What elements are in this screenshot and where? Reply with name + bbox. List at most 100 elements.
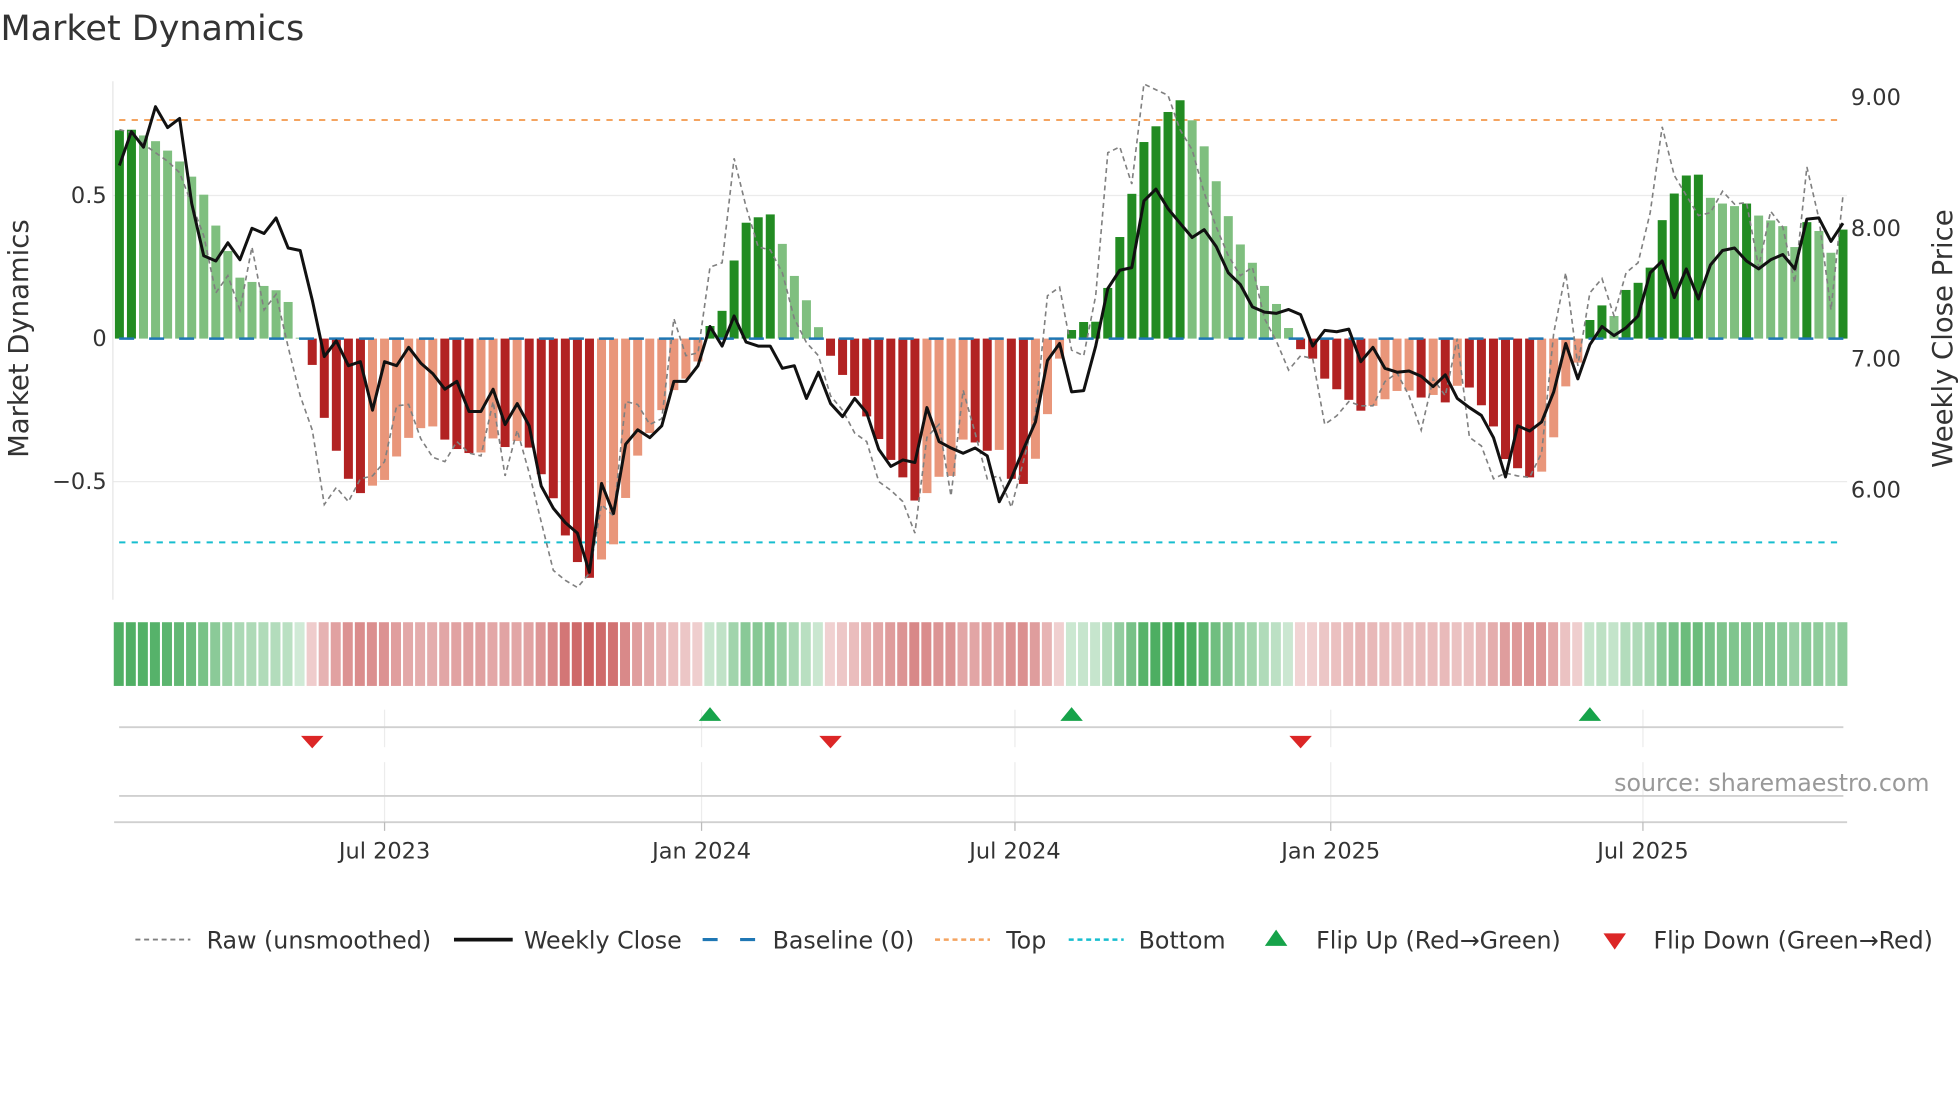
heat-strip-cell <box>222 622 233 686</box>
legend: Raw (unsmoothed) Weekly Close Baseline (… <box>135 926 1933 954</box>
left-y-tick-label: −0.5 <box>52 469 107 495</box>
heat-strip-cell <box>921 622 932 686</box>
momentum-bar <box>862 338 872 417</box>
momentum-bar <box>175 161 185 339</box>
heat-strip-cell <box>403 622 414 686</box>
heat-strip-cell <box>1487 622 1498 686</box>
momentum-bar <box>452 338 462 450</box>
heat-strip-cell <box>1041 622 1052 686</box>
heat-strip-cell <box>1355 622 1366 686</box>
heat-strip-cell <box>1234 622 1245 686</box>
heat-strip-cell <box>161 622 172 686</box>
heat-strip-cell <box>824 622 835 686</box>
heat-strip-cell <box>981 622 992 686</box>
heat-strip-cell <box>270 622 281 686</box>
heat-strip-cell <box>1777 622 1788 686</box>
momentum-bar <box>211 225 221 339</box>
heat-strip-cell <box>234 622 245 686</box>
momentum-bar <box>1344 338 1354 400</box>
momentum-bar <box>1296 338 1306 350</box>
heat-strip-cell <box>1246 622 1257 686</box>
heat-strip-cell <box>415 622 426 686</box>
heat-strip-cell <box>1524 622 1534 686</box>
momentum-bar <box>199 194 209 339</box>
momentum-bar <box>476 338 486 453</box>
momentum-bar <box>1464 338 1474 388</box>
momentum-bar <box>331 338 341 451</box>
heat-strip-cell <box>716 622 727 686</box>
heat-strip-cell <box>523 622 534 686</box>
heat-strip-cell <box>752 622 763 686</box>
momentum-bar <box>826 338 836 356</box>
momentum-heat-strip <box>113 622 1848 686</box>
heat-strip-cell <box>559 622 570 686</box>
momentum-bar <box>741 222 751 339</box>
x-tick-label: Jul 2024 <box>967 838 1060 864</box>
momentum-bar <box>777 243 787 339</box>
right-y-tick-label: 9.00 <box>1851 85 1901 111</box>
heat-strip-cell <box>668 622 679 686</box>
legend-close-label: Weekly Close <box>524 926 682 954</box>
heat-strip-cell <box>692 622 703 686</box>
heat-strip-cell <box>933 622 944 686</box>
heat-strip-cell <box>451 622 462 686</box>
heat-strip-cell <box>1294 622 1305 686</box>
momentum-bar <box>271 290 281 339</box>
heat-strip-cell <box>282 622 293 686</box>
heat-strip-cell <box>210 622 221 686</box>
momentum-bar <box>1006 338 1016 479</box>
heat-strip-cell <box>1608 622 1619 686</box>
legend-flip-up-icon <box>1264 929 1288 946</box>
heat-strip-cell <box>1644 622 1655 686</box>
weekly-close-line <box>117 105 1845 574</box>
legend-top-label: Top <box>1005 926 1046 954</box>
heat-strip-cell <box>1078 622 1089 686</box>
momentum-bar <box>850 338 860 396</box>
legend-flip-down-icon <box>1603 933 1626 950</box>
heat-strip-cell <box>390 622 401 686</box>
momentum-bar <box>657 338 667 411</box>
heat-strip-cell <box>113 622 124 686</box>
heat-strip-cell <box>294 622 305 686</box>
momentum-bar <box>392 338 402 457</box>
heat-strip-cell <box>366 622 377 686</box>
heat-strip-cell <box>644 622 655 686</box>
momentum-bar <box>560 338 570 536</box>
heat-strip-cell <box>1584 622 1595 686</box>
legend-bottom-label: Bottom <box>1139 926 1226 954</box>
momentum-bar <box>1717 203 1727 339</box>
heat-strip-cell <box>1102 622 1113 686</box>
heat-strip-cell <box>1029 622 1040 686</box>
heat-strip-cell <box>439 622 450 686</box>
heat-strip-cell <box>487 622 498 686</box>
momentum-bar <box>765 214 775 339</box>
heat-strip-cell <box>499 622 510 686</box>
momentum-bar <box>1513 338 1523 469</box>
heat-strip-cell <box>1536 622 1547 686</box>
momentum-bar <box>994 338 1004 450</box>
heat-strip-cell <box>861 622 872 686</box>
left-axis-label: Market Dynamics <box>3 219 35 458</box>
momentum-bar <box>1585 319 1595 339</box>
heat-strip-cell <box>740 622 751 686</box>
momentum-bar <box>1488 338 1498 427</box>
momentum-bar <box>536 338 546 475</box>
momentum-bar <box>1838 229 1848 339</box>
momentum-bar <box>1476 338 1486 406</box>
momentum-bar <box>151 141 161 339</box>
flip-down-marker <box>1289 735 1312 749</box>
momentum-bar <box>1272 303 1282 339</box>
heat-strip-cell <box>1367 622 1378 686</box>
heat-strip-cell <box>812 622 823 686</box>
heat-strip-cell <box>1198 622 1209 686</box>
momentum-bar <box>416 338 426 429</box>
momentum-bar <box>1320 338 1330 379</box>
flip-down-marker <box>300 735 324 749</box>
heat-strip-cell <box>1391 622 1402 686</box>
heat-strip-cell <box>125 622 136 686</box>
heat-strip-cell <box>1174 622 1185 686</box>
x-ticks: Jul 2023 Jan 2024 Jul 2024 Jan 2025 Jul 2025 <box>337 822 1689 864</box>
heat-strip-cell <box>1801 622 1812 686</box>
x-tick-label: Jul 2023 <box>337 838 430 864</box>
heat-strip-cell <box>198 622 209 686</box>
